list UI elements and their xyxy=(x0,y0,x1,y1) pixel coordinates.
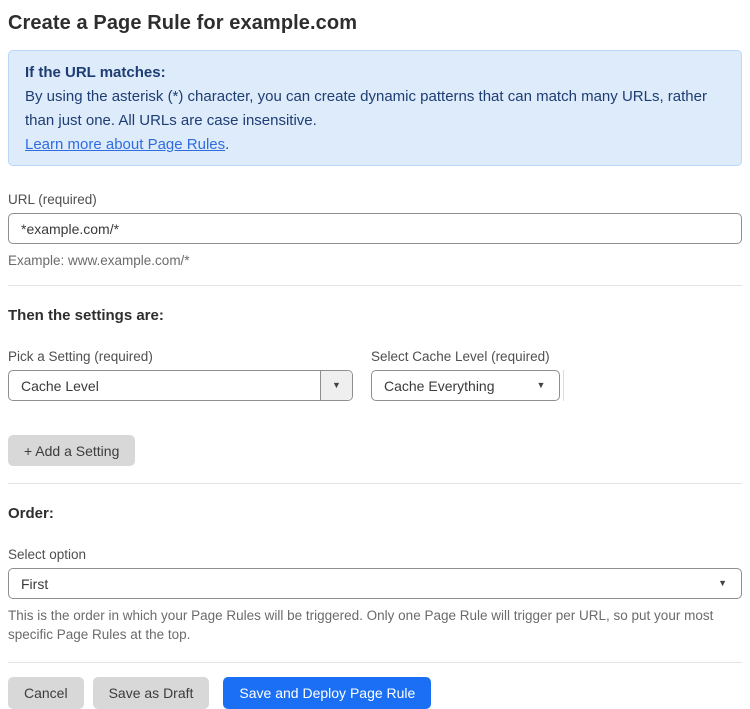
chevron-down-icon: ▼ xyxy=(536,380,546,390)
cancel-button[interactable]: Cancel xyxy=(8,677,84,709)
info-box-body: By using the asterisk (*) character, you… xyxy=(25,88,707,129)
order-select-label: Select option xyxy=(8,547,87,562)
order-select-value: First xyxy=(21,575,49,592)
footer-buttons: Cancel Save as Draft Save and Deploy Pag… xyxy=(8,677,742,709)
settings-row: Pick a Setting (required) Cache Level ▼ … xyxy=(8,349,742,401)
page-title: Create a Page Rule for example.com xyxy=(8,12,358,34)
setting-picker-dropdown[interactable]: Cache Level ▼ xyxy=(8,370,353,401)
chevron-down-icon: ▼ xyxy=(332,380,341,390)
info-box-link-line: Learn more about Page Rules. xyxy=(25,133,725,157)
save-and-deploy-button[interactable]: Save and Deploy Page Rule xyxy=(223,677,432,709)
divider xyxy=(8,285,742,286)
add-setting-wrap: + Add a Setting xyxy=(8,435,742,466)
url-field-label: URL (required) xyxy=(8,192,97,207)
url-example-helper: Example: www.example.com/* xyxy=(8,253,190,268)
chevron-down-icon: ▼ xyxy=(718,578,727,588)
url-input[interactable] xyxy=(8,213,742,244)
divider xyxy=(8,662,742,663)
learn-more-link[interactable]: Learn more about Page Rules xyxy=(25,136,225,153)
order-section-heading: Order: xyxy=(8,505,54,522)
setting-picker-arrow-button[interactable]: ▼ xyxy=(320,371,352,400)
link-suffix: . xyxy=(225,136,230,153)
info-box-heading: If the URL matches: xyxy=(25,64,166,81)
cache-level-value: Cache Everything xyxy=(384,377,495,394)
add-setting-button[interactable]: + Add a Setting xyxy=(8,435,136,466)
save-as-draft-button[interactable]: Save as Draft xyxy=(92,677,210,709)
url-match-info-box: If the URL matches: By using the asteris… xyxy=(8,50,742,166)
setting-row-separator xyxy=(563,370,565,401)
order-select[interactable]: First ▼ xyxy=(8,568,742,599)
cache-level-dropdown[interactable]: Cache Everything ▼ xyxy=(371,370,561,401)
setting-picker-value: Cache Level xyxy=(21,377,99,394)
cache-level-column: Select Cache Level (required) Cache Ever… xyxy=(371,349,565,401)
setting-picker-label: Pick a Setting (required) xyxy=(8,349,153,364)
create-page-rule-form: Create a Page Rule for example.com If th… xyxy=(0,0,750,709)
settings-section-heading: Then the settings are: xyxy=(8,307,164,324)
divider xyxy=(8,483,742,484)
setting-picker-column: Pick a Setting (required) Cache Level ▼ xyxy=(8,349,353,401)
order-helper-text: This is the order in which your Page Rul… xyxy=(8,608,714,642)
cache-level-label: Select Cache Level (required) xyxy=(371,349,550,364)
